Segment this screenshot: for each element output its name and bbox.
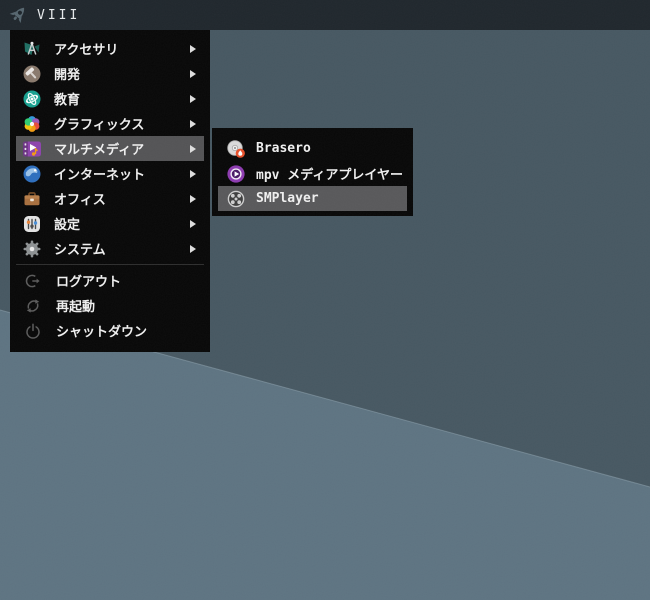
submenu-arrow-icon	[190, 219, 196, 228]
menu-item-multimedia[interactable]: マルチメディア	[16, 136, 204, 161]
menu-item-label: グラフィックス	[54, 117, 145, 132]
restart-icon	[24, 297, 42, 315]
menu-item-restart[interactable]: 再起動	[16, 293, 204, 318]
menu-item-label: 設定	[54, 217, 81, 232]
submenu-arrow-icon	[190, 69, 196, 78]
graphics-icon	[22, 114, 42, 134]
shutdown-icon	[24, 322, 42, 340]
multimedia-submenu: Brasero mpv メディアプレイヤー SMPlayer	[212, 128, 413, 216]
submenu-item-label: mpv メディアプレイヤー	[256, 168, 404, 183]
rocket-icon[interactable]	[7, 4, 29, 26]
menu-item-label: シャットダウン	[56, 324, 148, 339]
submenu-arrow-icon	[190, 169, 196, 178]
menu-item-system[interactable]: システム	[16, 236, 204, 261]
submenu-item-mpv[interactable]: mpv メディアプレイヤー	[218, 161, 407, 186]
development-icon	[22, 64, 42, 84]
menu-item-internet[interactable]: インターネット	[16, 161, 204, 186]
brasero-icon	[226, 139, 246, 159]
top-panel: VIII	[0, 0, 650, 30]
menu-item-education[interactable]: 教育	[16, 86, 204, 111]
smplayer-icon	[226, 189, 246, 209]
menu-item-settings[interactable]: 設定	[16, 211, 204, 236]
education-icon	[22, 89, 42, 109]
multimedia-icon	[22, 139, 42, 159]
menu-item-logout[interactable]: ログアウト	[16, 268, 204, 293]
menu-item-label: 開発	[54, 67, 81, 82]
menu-item-shutdown[interactable]: シャットダウン	[16, 318, 204, 343]
menu-item-label: オフィス	[54, 192, 106, 207]
submenu-arrow-icon	[190, 244, 196, 253]
submenu-item-label: SMPlayer	[256, 191, 319, 206]
submenu-arrow-icon	[190, 144, 196, 153]
internet-icon	[22, 164, 42, 184]
office-icon	[22, 189, 42, 209]
submenu-arrow-icon	[190, 94, 196, 103]
mpv-icon	[226, 164, 246, 184]
submenu-item-brasero[interactable]: Brasero	[218, 136, 407, 161]
menu-item-graphics[interactable]: グラフィックス	[16, 111, 204, 136]
menu-item-label: アクセサリ	[54, 42, 119, 57]
menu-separator	[16, 264, 204, 265]
menu-item-development[interactable]: 開発	[16, 61, 204, 86]
menu-item-office[interactable]: オフィス	[16, 186, 204, 211]
menu-item-label: 再起動	[56, 299, 96, 314]
submenu-arrow-icon	[190, 119, 196, 128]
menu-item-label: システム	[54, 242, 106, 257]
menu-item-label: マルチメディア	[54, 142, 145, 157]
settings-icon	[22, 214, 42, 234]
menu-item-label: インターネット	[54, 167, 146, 182]
logout-icon	[24, 272, 42, 290]
system-icon	[22, 239, 42, 259]
workspace-label[interactable]: VIII	[37, 8, 80, 23]
menu-item-label: ログアウト	[56, 274, 122, 289]
submenu-arrow-icon	[190, 194, 196, 203]
accessories-icon	[22, 39, 42, 59]
submenu-item-label: Brasero	[256, 141, 311, 156]
applications-menu: アクセサリ 開発 教育 グラフィックス マルチメディア インターネット オフィス…	[10, 30, 210, 352]
submenu-arrow-icon	[190, 44, 196, 53]
menu-item-label: 教育	[54, 92, 81, 107]
menu-item-accessories[interactable]: アクセサリ	[16, 36, 204, 61]
submenu-item-smplayer[interactable]: SMPlayer	[218, 186, 407, 211]
